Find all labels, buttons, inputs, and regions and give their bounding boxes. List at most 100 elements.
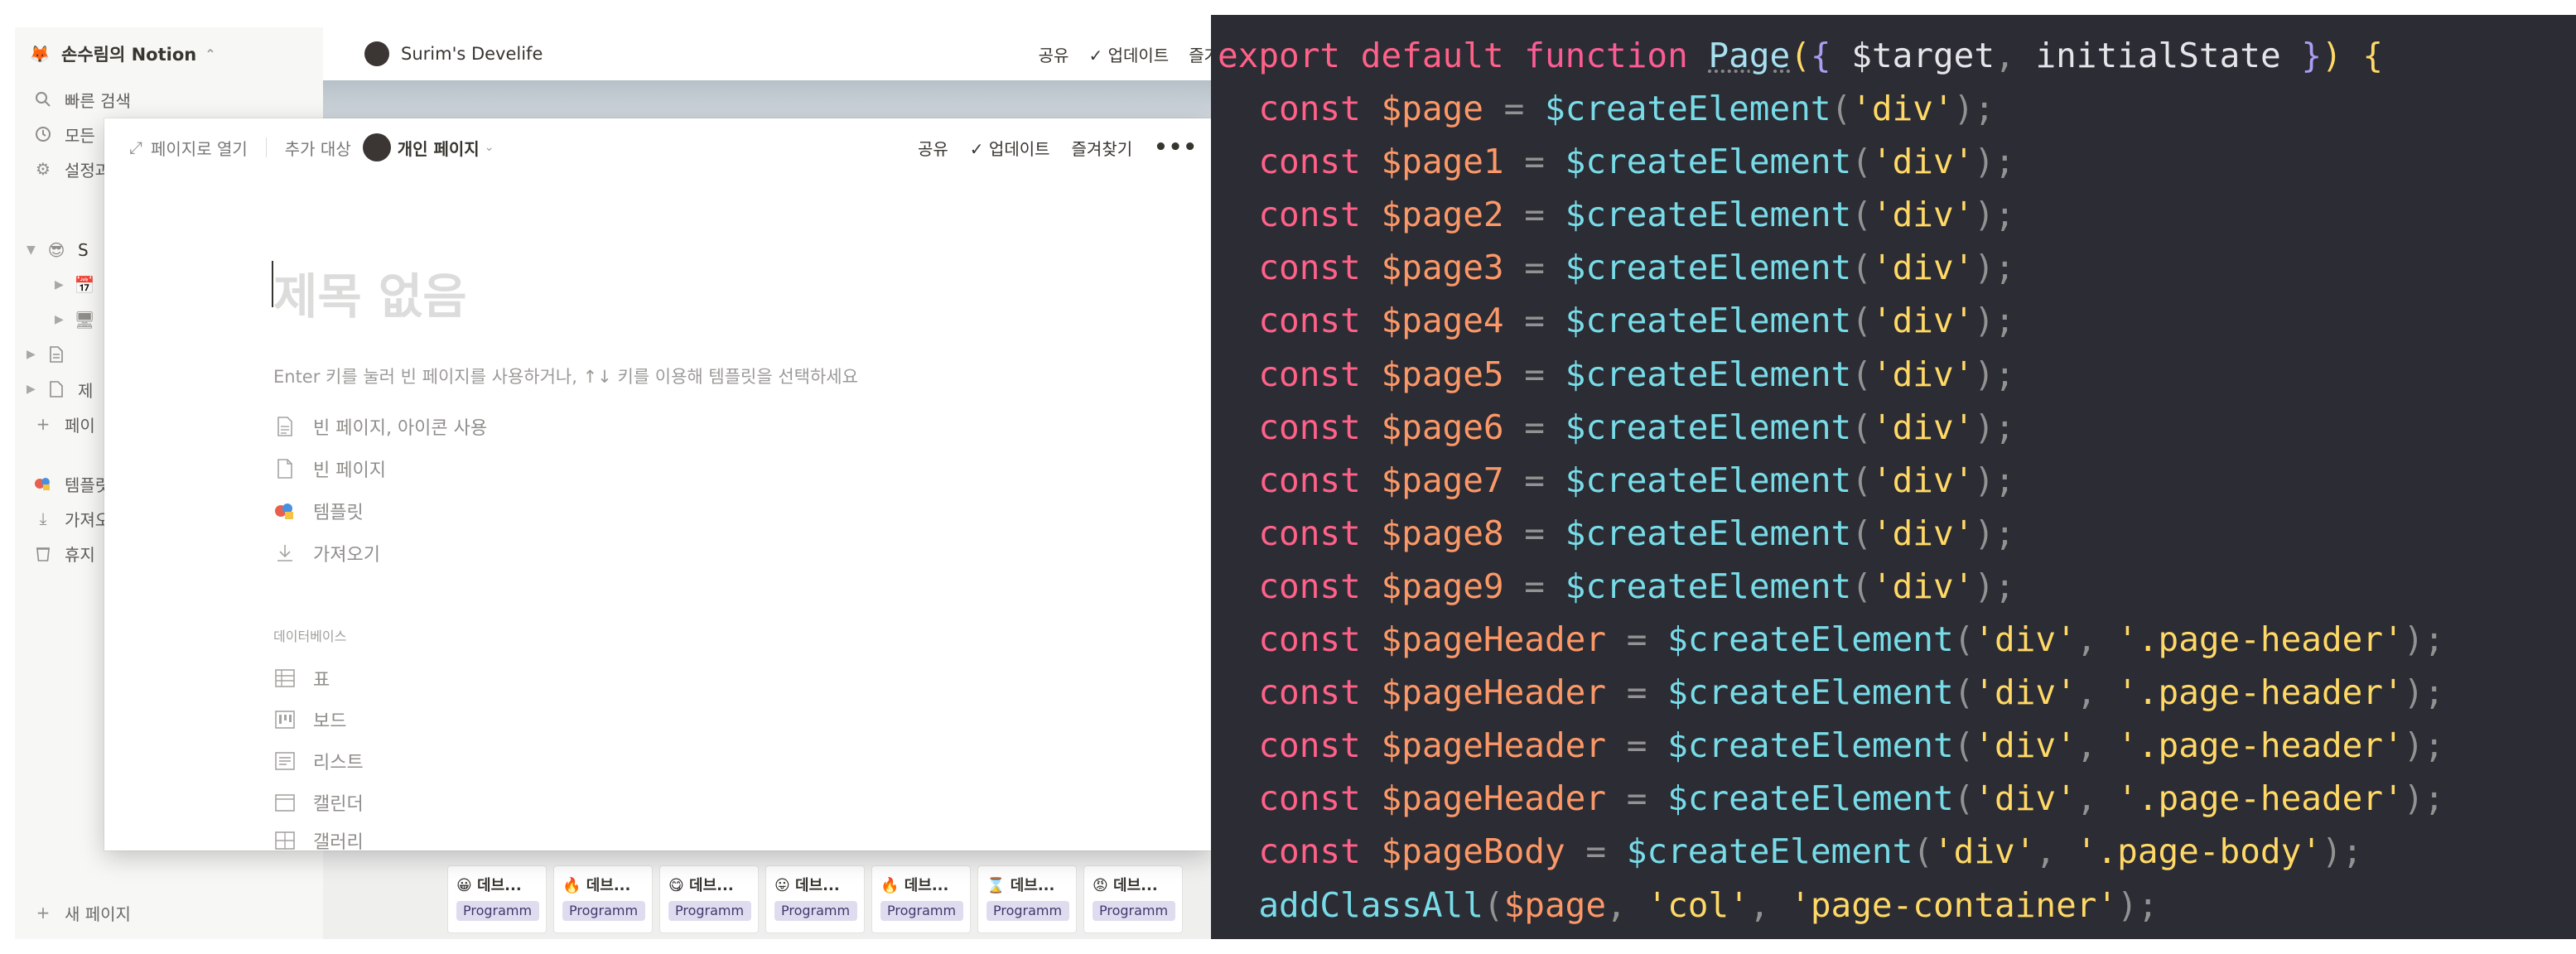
code-token: $createElement (1565, 248, 1852, 288)
code-line[interactable]: const $page = $createElement('div'); (1218, 82, 2444, 135)
code-token: ( (1851, 142, 1872, 182)
option-template[interactable]: 템플릿 (273, 494, 364, 528)
updates-button[interactable]: ✓ 업데이트 (1088, 42, 1169, 66)
code-token: 'div' (1932, 831, 2036, 872)
code-line[interactable]: const $page3 = $createElement('div'); (1218, 241, 2444, 294)
table-icon (273, 667, 297, 690)
code-token: ); (2403, 778, 2445, 819)
tag-badge: Programm (562, 901, 645, 921)
code-token: ( (1831, 89, 1852, 129)
code-line[interactable]: const $page7 = $createElement('div'); (1218, 454, 2444, 507)
favorite-button[interactable]: 즐겨 (1189, 42, 1211, 66)
chevron-updown-icon: ⌃ (205, 46, 216, 62)
code-line[interactable]: const $page6 = $createElement('div'); (1218, 401, 2444, 454)
plus-icon: + (36, 903, 51, 923)
new-page-modal: ⤢ 페이지로 열기 추가 대상 개인 페이지 ⌄ 공유 ✓ 업데이트 즐겨찾기 … (104, 118, 1211, 850)
code-token: 'div' (1871, 513, 1975, 553)
code-token: $createElement (1565, 513, 1852, 553)
code-token: $createElement (1565, 460, 1852, 500)
gallery-card[interactable]: 🔥 데브... Programm (871, 865, 971, 933)
code-token: $page (1503, 884, 1607, 925)
option-label: 갤러리 (313, 832, 364, 850)
image-icon: 🖥 (74, 310, 95, 330)
more-icon[interactable]: ••• (1154, 135, 1198, 160)
code-token: ( (1851, 407, 1872, 447)
code-token: $createElement (1565, 407, 1852, 447)
code-token: '.page-body' (2076, 831, 2322, 872)
code-token: $createElement (1565, 195, 1852, 235)
code-token: ); (2403, 619, 2445, 660)
code-line[interactable]: const $page1 = $createElement('div'); (1218, 135, 2444, 188)
page-title-text: Surim's Develife (401, 44, 543, 64)
code-line[interactable]: const $pageHeader = $createElement('div'… (1218, 719, 2444, 772)
page-title[interactable]: Surim's Develife (364, 41, 543, 66)
workspace-switcher[interactable]: 🦊 손수림의 Notion ⌃ (15, 37, 323, 70)
triangle-down-icon: ▼ (27, 243, 36, 257)
gallery-card[interactable]: 🔥 데브... Programm (553, 865, 653, 933)
destination-label: 개인 페이지 (397, 138, 480, 159)
code-line[interactable]: const $pageHeader = $createElement('div'… (1218, 613, 2444, 666)
code-token: $pageBody (1381, 831, 1586, 872)
page-icon (46, 379, 66, 399)
gallery-card[interactable]: 😡 데브... Programm (1083, 865, 1183, 933)
code-line[interactable]: const $pageHeader = $createElement('div'… (1218, 666, 2444, 719)
code-token: , (2076, 725, 2118, 766)
code-line[interactable]: const $page4 = $createElement('div'); (1218, 294, 2444, 347)
code-editor[interactable]: export default function Page({ $target, … (1211, 15, 2576, 939)
option-import[interactable]: 가져오기 (273, 537, 380, 570)
code-line[interactable]: const $page8 = $createElement('div'); (1218, 507, 2444, 560)
code-line[interactable]: addClassAll($page, 'col', 'page-containe… (1218, 879, 2444, 932)
sidebar-item-search[interactable]: 빠른 검색 (15, 84, 323, 115)
option-gallery[interactable]: 갤러리 (273, 824, 364, 850)
code-token: const (1258, 248, 1382, 288)
gallery-card[interactable]: 😛 데브... Programm (765, 865, 865, 933)
code-token: 'div' (1974, 778, 2077, 819)
code-token: $page6 (1381, 407, 1525, 447)
option-list[interactable]: 리스트 (273, 744, 364, 778)
code-token: ); (1974, 301, 2015, 341)
code-token: 'page-container' (1790, 884, 2118, 925)
destination-selector[interactable]: 개인 페이지 ⌄ (362, 133, 494, 161)
code-line[interactable]: const $page9 = $createElement('div'); (1218, 560, 2444, 613)
code-token: = (1585, 831, 1627, 872)
gallery-card[interactable]: 😋 데브... Programm (659, 865, 759, 933)
option-table[interactable]: 표 (273, 662, 330, 695)
code-line[interactable]: const $page2 = $createElement('div'); (1218, 188, 2444, 241)
code-token: const (1258, 672, 1382, 713)
code-token: '.page-header' (2117, 672, 2404, 713)
code-token: ); (2321, 831, 2363, 872)
database-section-heading: 데이터베이스 (273, 629, 347, 644)
triangle-right-icon: ▶ (27, 383, 36, 396)
code-token: ); (2403, 725, 2445, 766)
option-empty[interactable]: 빈 페이지 (273, 452, 386, 485)
option-empty-with-icon[interactable]: 빈 페이지, 아이콘 사용 (273, 410, 487, 443)
open-as-page-button[interactable]: ⤢ 페이지로 열기 (129, 136, 248, 160)
new-page-button[interactable]: + 새 페이지 (15, 897, 323, 928)
share-button[interactable]: 공유 (918, 136, 948, 160)
code-line[interactable]: export default function Page({ $target, … (1218, 29, 2444, 82)
trash-icon (33, 543, 53, 563)
code-line[interactable]: const $pageBody = $createElement('div', … (1218, 825, 2444, 878)
page-title-input[interactable]: 제목 없음 (273, 258, 467, 327)
code-line[interactable]: const $page5 = $createElement('div'); (1218, 348, 2444, 401)
gallery-card-title-text: 데브... (1113, 877, 1158, 894)
option-board[interactable]: 보드 (273, 703, 346, 736)
code-line[interactable]: const $pageHeader = $createElement('div'… (1218, 772, 2444, 825)
gallery-card-title: ⌛ 데브... (987, 874, 1054, 895)
modal-topbar: ⤢ 페이지로 열기 추가 대상 개인 페이지 ⌄ 공유 ✓ 업데이트 즐겨찾기 … (104, 118, 1211, 176)
favorite-button[interactable]: 즐겨찾기 (1072, 136, 1133, 160)
code-token: export (1218, 36, 1361, 75)
code-token: $pageHeader (1381, 672, 1627, 713)
code-content[interactable]: export default function Page({ $target, … (1218, 29, 2444, 932)
page-emoji-icon (273, 415, 297, 438)
template-icon (33, 474, 53, 494)
gallery-card-title-text: 데브... (1010, 877, 1055, 894)
gallery-card[interactable]: 😀 데브... Programm (447, 865, 547, 933)
option-calendar[interactable]: 캘린더 (273, 786, 364, 819)
gallery-card[interactable]: ⌛ 데브... Programm (977, 865, 1077, 933)
updates-button[interactable]: ✓ 업데이트 (970, 136, 1050, 160)
option-label: 템플릿 (313, 503, 364, 523)
share-button[interactable]: 공유 (1039, 42, 1069, 66)
